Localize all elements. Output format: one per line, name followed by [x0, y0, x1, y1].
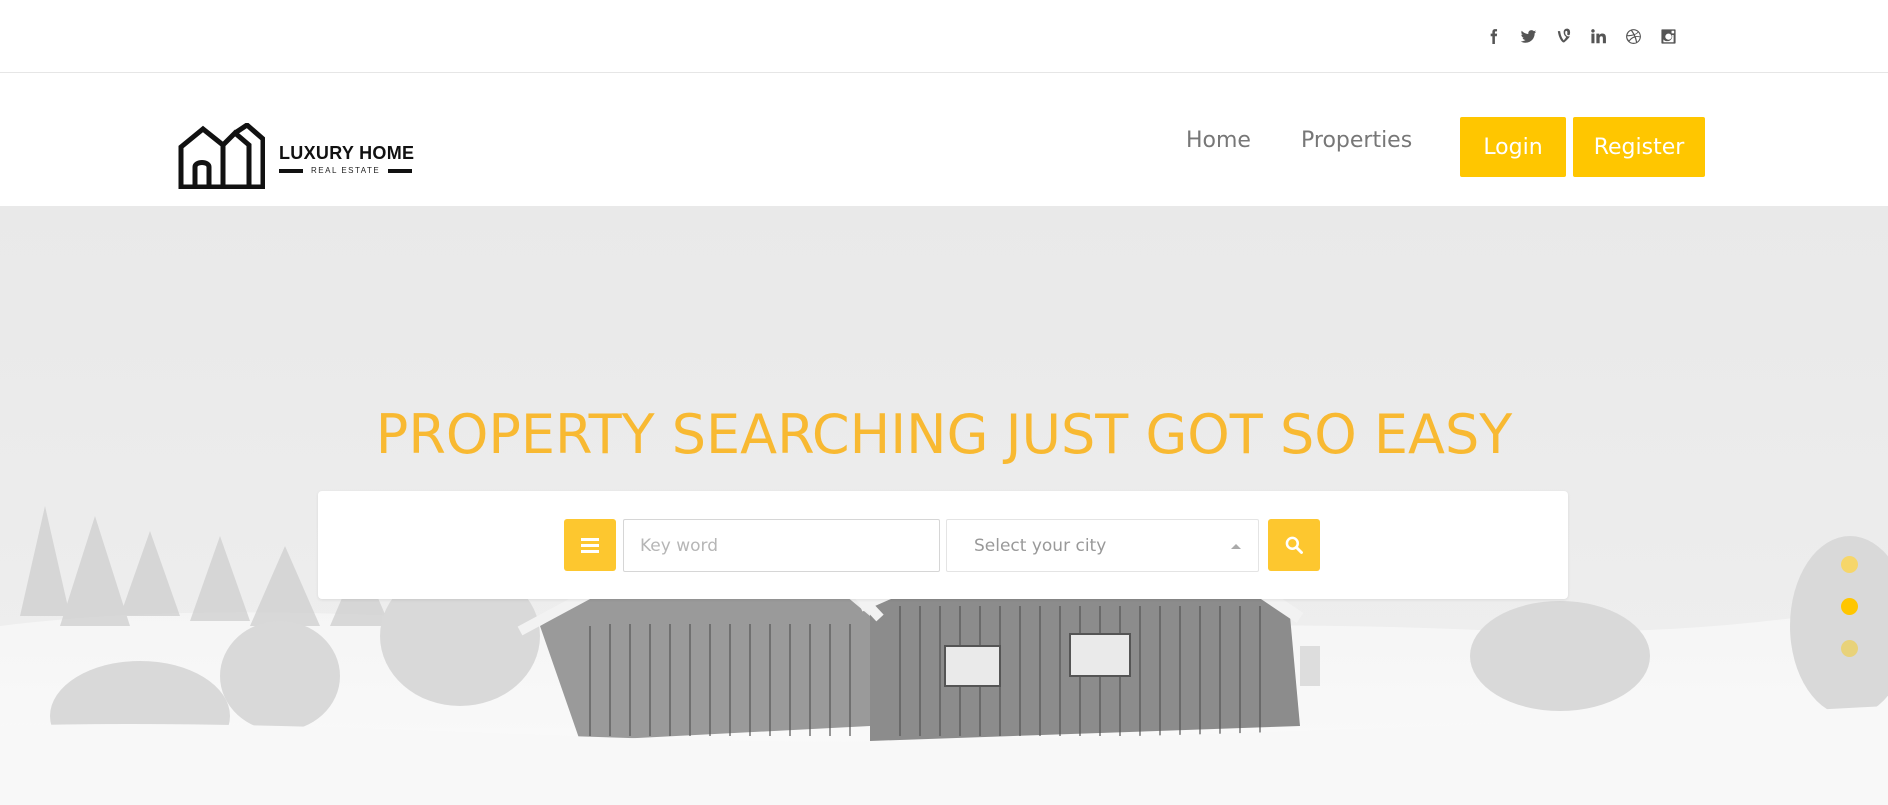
vine-icon[interactable] [1554, 26, 1572, 46]
register-button[interactable]: Register [1573, 117, 1705, 177]
instagram-icon[interactable] [1659, 26, 1677, 46]
slider-dot-1[interactable] [1841, 556, 1858, 573]
twitter-icon[interactable] [1519, 26, 1537, 46]
slider-dot-2[interactable] [1841, 598, 1858, 615]
facebook-icon[interactable] [1484, 26, 1502, 46]
logo-divider [388, 168, 413, 173]
login-button[interactable]: Login [1460, 117, 1566, 177]
search-panel: Select your city [318, 491, 1568, 599]
dribbble-icon[interactable] [1624, 26, 1642, 46]
hero-banner: PROPERTY SEARCHING JUST GOT SO EASY Sele… [0, 206, 1888, 805]
search-icon [1285, 536, 1303, 554]
keyword-input[interactable] [623, 519, 940, 572]
logo[interactable]: LUXURY HOME REAL ESTATE [177, 123, 414, 189]
nav-properties[interactable]: Properties [1301, 128, 1412, 153]
social-links [1484, 26, 1677, 46]
linkedin-icon[interactable] [1589, 26, 1607, 46]
hero-headline: PROPERTY SEARCHING JUST GOT SO EASY [375, 403, 1513, 466]
nav-home[interactable]: Home [1186, 128, 1251, 153]
menu-icon-line [581, 543, 599, 547]
search-button[interactable] [1268, 519, 1320, 571]
house-logo-icon [178, 123, 265, 189]
city-select[interactable]: Select your city [946, 519, 1259, 572]
menu-icon [581, 537, 599, 541]
menu-icon-line [581, 549, 599, 553]
caret-up-icon [1231, 544, 1241, 549]
logo-title: LUXURY HOME [279, 143, 415, 163]
city-select-label: Select your city [974, 535, 1107, 556]
main-header: LUXURY HOME REAL ESTATE Home Properties … [0, 73, 1888, 206]
logo-divider [279, 168, 303, 173]
slider-dot-3[interactable] [1841, 640, 1858, 657]
advanced-search-menu-button[interactable] [564, 519, 616, 571]
top-bar [0, 0, 1888, 73]
logo-subtitle: REAL ESTATE [311, 166, 381, 175]
